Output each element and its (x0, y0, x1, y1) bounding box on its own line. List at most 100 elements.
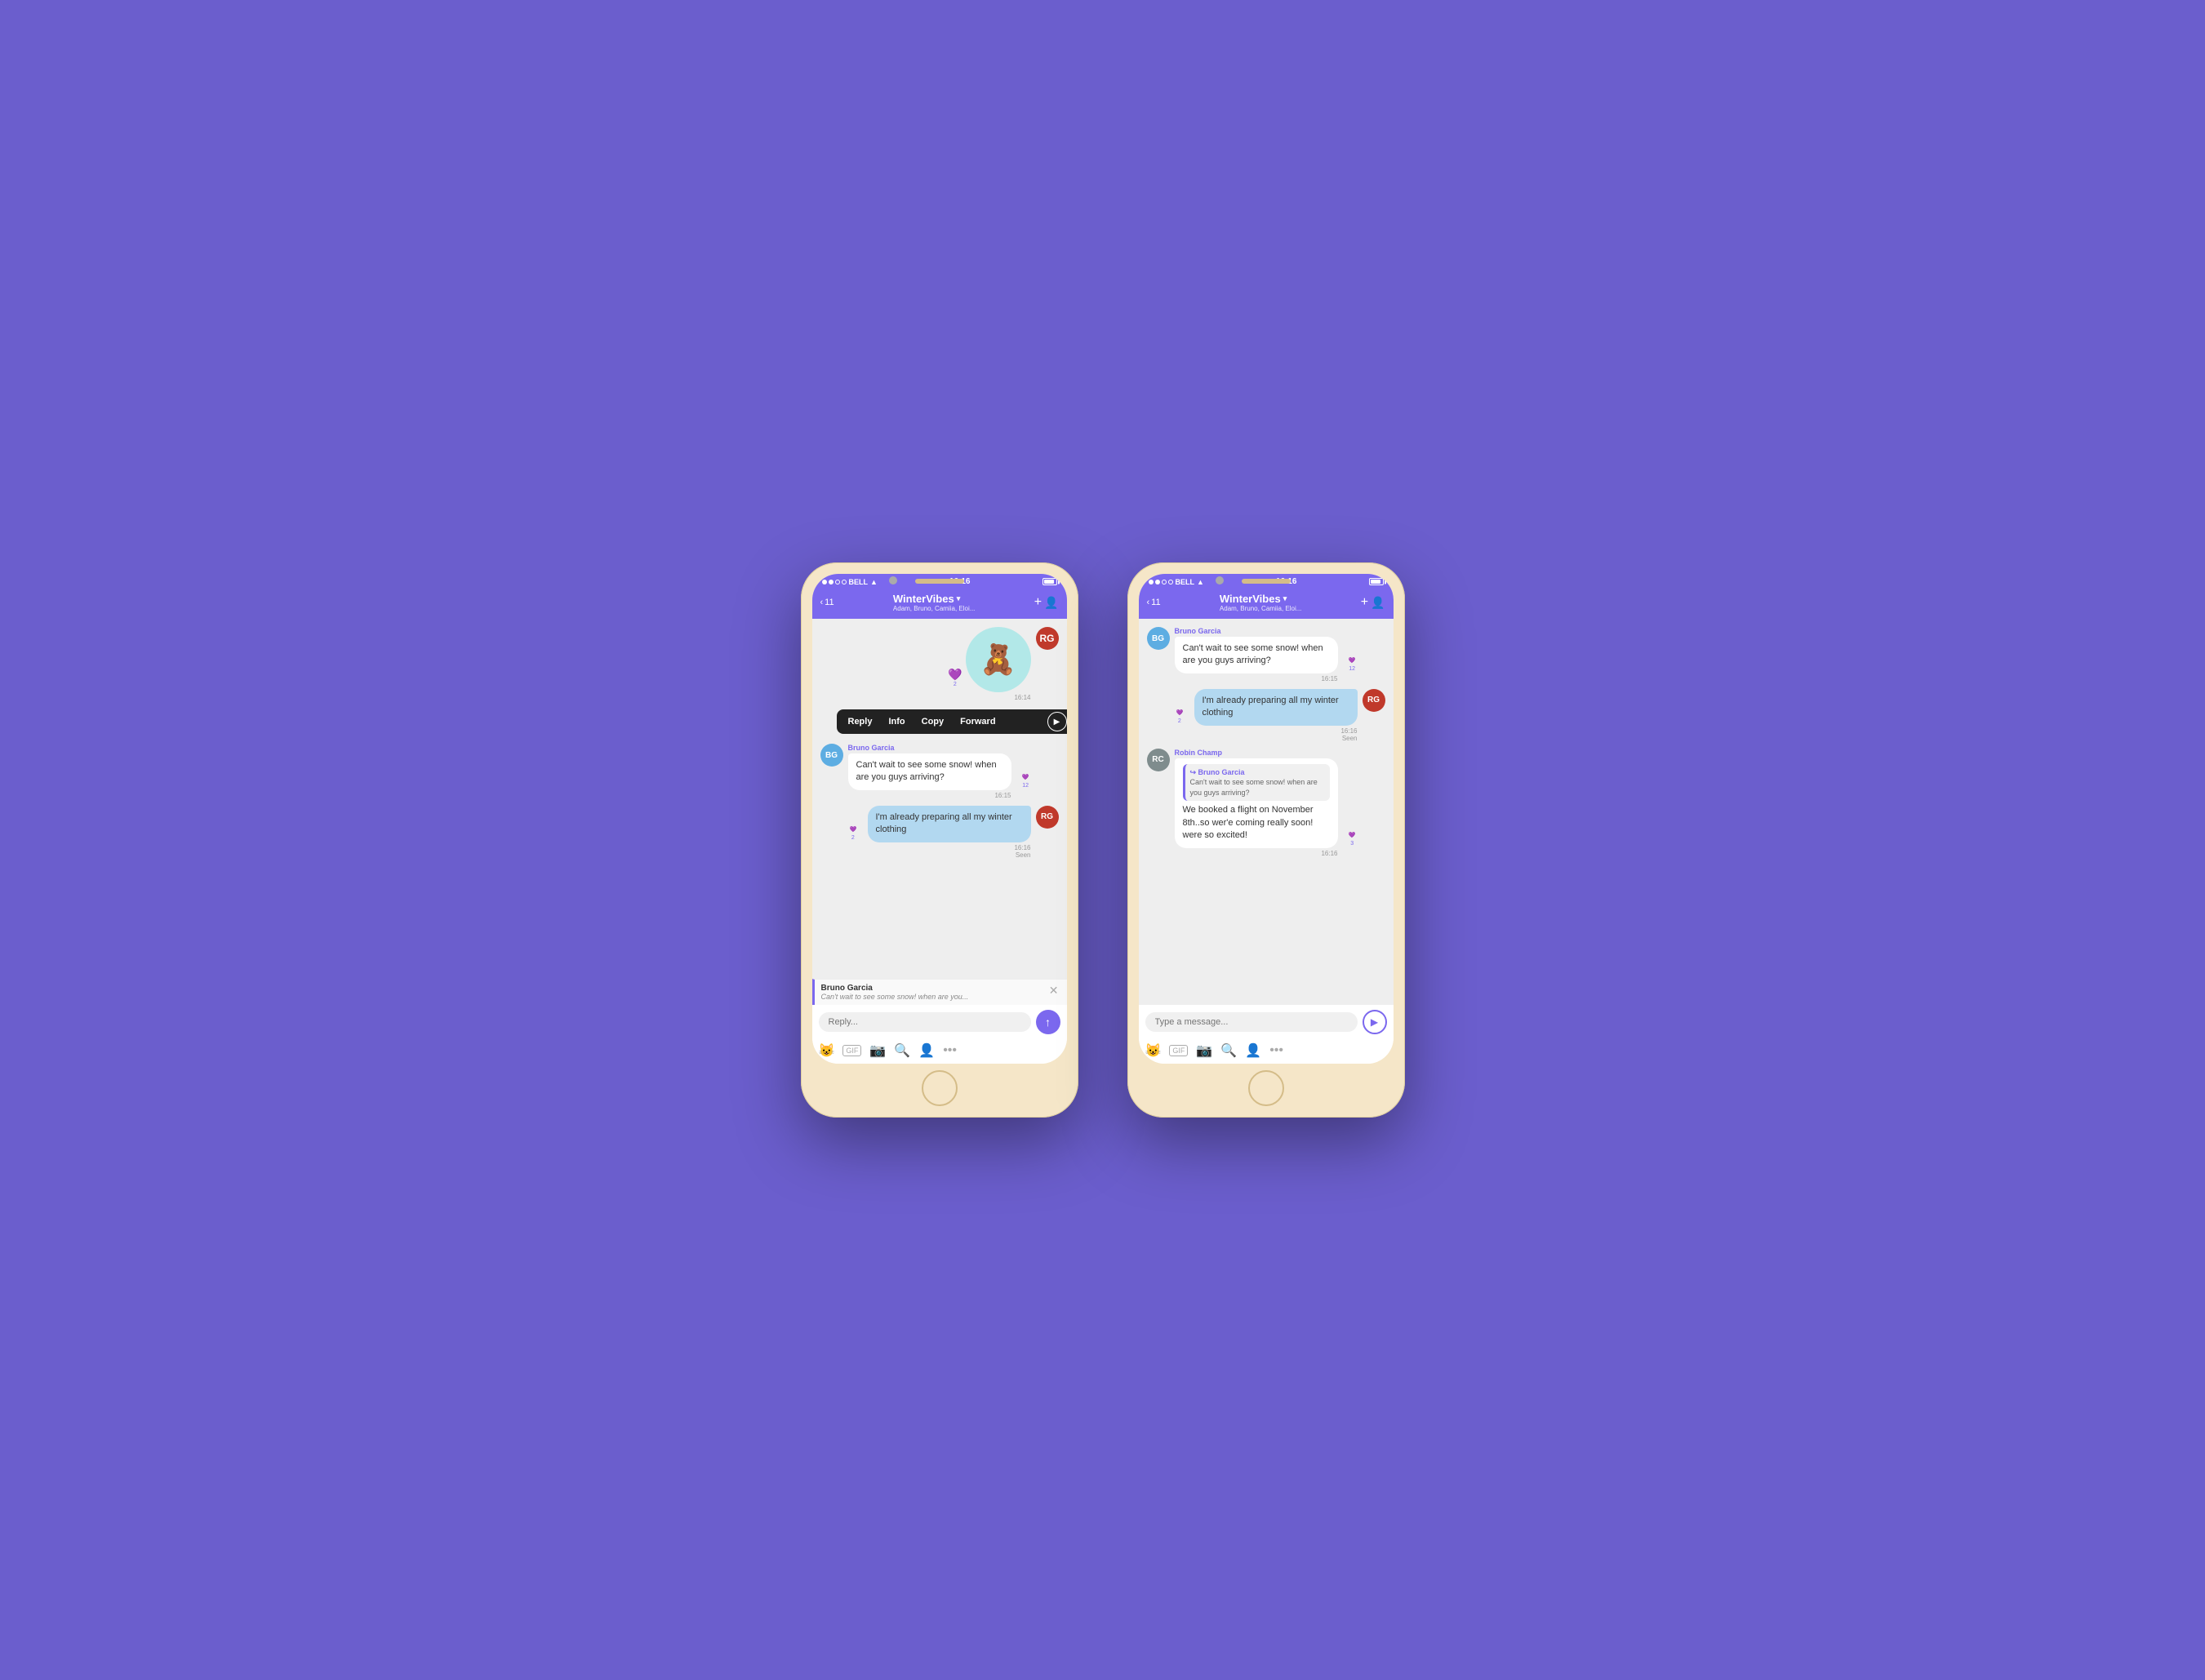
like-count-bruno-1: 12 (1022, 782, 1029, 790)
nav-center-2: WinterVibes ▾ Adam, Bruno, Camiia, Eloi.… (1220, 593, 1301, 612)
battery-fill-1 (1044, 580, 1055, 584)
camera-icon-2[interactable]: 📷 (1196, 1042, 1212, 1059)
dot-7 (1162, 580, 1167, 584)
dot-6 (1155, 580, 1160, 584)
emoji-icon-1[interactable]: 😺 (819, 1042, 835, 1059)
back-button-1[interactable]: ‹ 11 (820, 598, 834, 607)
emoji-icon-2[interactable]: 😺 (1145, 1042, 1162, 1059)
chat-subtitle-2: Adam, Bruno, Camiia, Eloi... (1220, 605, 1301, 612)
reply-preview-1: Can't wait to see some snow! when are yo… (821, 993, 969, 1001)
status-left-2: BELL ▲ (1149, 578, 1204, 586)
avatar-robin-2: RC (1147, 749, 1170, 771)
person-icon-2: 👤 (1371, 596, 1385, 610)
info-button[interactable]: Info (880, 709, 913, 734)
time-bruno-1: 16:15 (848, 792, 1011, 799)
reply-quote-robin: ↪ Bruno Garcia Can't wait to see some sn… (1183, 764, 1330, 802)
bubble-wrapper-bruno-2: Bruno Garcia Can't wait to see some snow… (1175, 627, 1338, 682)
nav-bar-1: ‹ 11 WinterVibes ▾ Adam, Bruno, Camiia, … (812, 588, 1067, 619)
search-icon-1[interactable]: 🔍 (894, 1042, 910, 1059)
reply-bar-1: Bruno Garcia Can't wait to see some snow… (812, 979, 1067, 1005)
message-text-outgoing-1: I'm already preparing all my winter clot… (876, 812, 1012, 834)
search-icon-2[interactable]: 🔍 (1220, 1042, 1237, 1059)
wifi-icon-2: ▲ (1197, 578, 1204, 586)
seen-label-2: Seen (1342, 735, 1358, 742)
message-text-robin-2: We booked a flight on November 8th..so w… (1183, 805, 1314, 840)
sticker-like-1[interactable]: 💜 2 (948, 668, 962, 687)
like-robin-2[interactable]: 💜 3 (1349, 832, 1356, 848)
sticker-like-count: 2 (954, 682, 957, 687)
status-right-2 (1369, 578, 1384, 585)
camera-icon-1[interactable]: 📷 (869, 1042, 886, 1059)
chat-title-1[interactable]: WinterVibes ▾ (893, 593, 975, 605)
dot-4 (842, 580, 847, 584)
message-row-outgoing-1: I'm already preparing all my winter clot… (820, 806, 1059, 859)
copy-button[interactable]: Copy (914, 709, 953, 734)
like-outgoing-2[interactable]: 💜 2 (1176, 709, 1184, 726)
home-button-1[interactable] (922, 1070, 958, 1106)
heart-robin-2: 💜 (1349, 832, 1356, 840)
like-bruno-1[interactable]: 💜 12 (1022, 774, 1029, 790)
chat-area-2[interactable]: BG Bruno Garcia Can't wait to see some s… (1139, 619, 1394, 1005)
message-bubble-bruno-1: Can't wait to see some snow! when are yo… (848, 753, 1011, 790)
quote-text-robin: Can't wait to see some snow! when are yo… (1190, 777, 1325, 798)
dot-2 (829, 580, 834, 584)
send-button-2[interactable]: ▶ (1363, 1010, 1387, 1034)
home-button-2[interactable] (1248, 1070, 1284, 1106)
heart-outgoing-2: 💜 (1176, 709, 1184, 718)
like-count-outgoing-2: 2 (1178, 718, 1181, 726)
like-outgoing-1[interactable]: 💜 2 (850, 826, 857, 842)
reply-close-button-1[interactable]: ✕ (1049, 984, 1059, 998)
avatar-initials-bruno-1: BG (825, 751, 838, 760)
dot-3 (835, 580, 840, 584)
more-icon-1[interactable]: ••• (943, 1043, 957, 1058)
status-time-2: 16:16 (1276, 577, 1297, 586)
status-bar-1: BELL ▲ 16:16 (812, 574, 1067, 588)
send-button-1[interactable]: ↑ (1036, 1010, 1060, 1034)
sticker-wrapper-1: 🧸 RG (966, 627, 1059, 692)
heart-bruno-2: 💜 (1349, 657, 1356, 665)
input-bar-2: ▶ (1139, 1005, 1394, 1039)
back-count-2: 11 (1151, 598, 1160, 607)
message-input-2[interactable] (1145, 1012, 1358, 1032)
person-icon-toolbar-2[interactable]: 👤 (1245, 1042, 1261, 1059)
signal-dots-1 (822, 580, 847, 584)
chat-title-text-1: WinterVibes (893, 593, 954, 605)
add-contact-button-1[interactable]: + 👤 (1034, 595, 1059, 610)
bubble-wrapper-bruno-1: Bruno Garcia Can't wait to see some snow… (848, 744, 1011, 799)
back-chevron-2: ‹ (1147, 598, 1150, 607)
more-icon-2[interactable]: ••• (1269, 1043, 1283, 1058)
dot-1 (822, 580, 827, 584)
message-bubble-bruno-2: Can't wait to see some snow! when are yo… (1175, 637, 1338, 673)
time-robin-2: 16:16 (1175, 850, 1338, 857)
title-chevron-2: ▾ (1283, 594, 1287, 603)
nav-center-1: WinterVibes ▾ Adam, Bruno, Camiia, Eloi.… (893, 593, 975, 612)
reply-text-1: Bruno Garcia Can't wait to see some snow… (821, 984, 969, 1001)
reply-button[interactable]: Reply (840, 709, 881, 734)
avatar-bruno-1: BG (820, 744, 843, 767)
like-bruno-2[interactable]: 💜 12 (1349, 657, 1356, 673)
heart-icon-sticker: 💜 (948, 668, 962, 682)
message-bubble-outgoing-1: I'm already preparing all my winter clot… (868, 806, 1031, 842)
play-button[interactable]: ▶ (1047, 712, 1067, 731)
gif-icon-1[interactable]: GIF (842, 1045, 861, 1056)
gif-icon-2[interactable]: GIF (1169, 1045, 1188, 1056)
message-row-bruno-2: BG Bruno Garcia Can't wait to see some s… (1147, 627, 1385, 682)
context-menu-1: Reply Info Copy Forward ▶ (837, 709, 1067, 734)
bubble-wrapper-robin-2: Robin Champ ↪ Bruno Garcia Can't wait to… (1175, 749, 1338, 857)
sender-name-bruno-2: Bruno Garcia (1175, 627, 1338, 635)
back-button-2[interactable]: ‹ 11 (1147, 598, 1161, 607)
person-icon-toolbar-1[interactable]: 👤 (918, 1042, 935, 1059)
add-contact-button-2[interactable]: + 👤 (1361, 595, 1385, 610)
toolbar-1: 😺 GIF 📷 🔍 👤 ••• (812, 1039, 1067, 1064)
heart-bruno-1: 💜 (1022, 774, 1029, 782)
message-bubble-outgoing-2: I'm already preparing all my winter clot… (1194, 689, 1358, 726)
forward-button[interactable]: Forward (952, 709, 1003, 734)
battery-fill-2 (1371, 580, 1381, 584)
bubble-wrapper-outgoing-1: I'm already preparing all my winter clot… (868, 806, 1031, 859)
battery-2 (1369, 578, 1384, 585)
chat-title-2[interactable]: WinterVibes ▾ (1220, 593, 1301, 605)
nav-bar-2: ‹ 11 WinterVibes ▾ Adam, Bruno, Camiia, … (1139, 588, 1394, 619)
message-input-1[interactable] (819, 1012, 1031, 1032)
input-bar-1: ↑ (812, 1005, 1067, 1039)
chat-area-1[interactable]: 💜 2 🧸 RG 16:14 Reply Info Copy Forward ▶ (812, 619, 1067, 979)
